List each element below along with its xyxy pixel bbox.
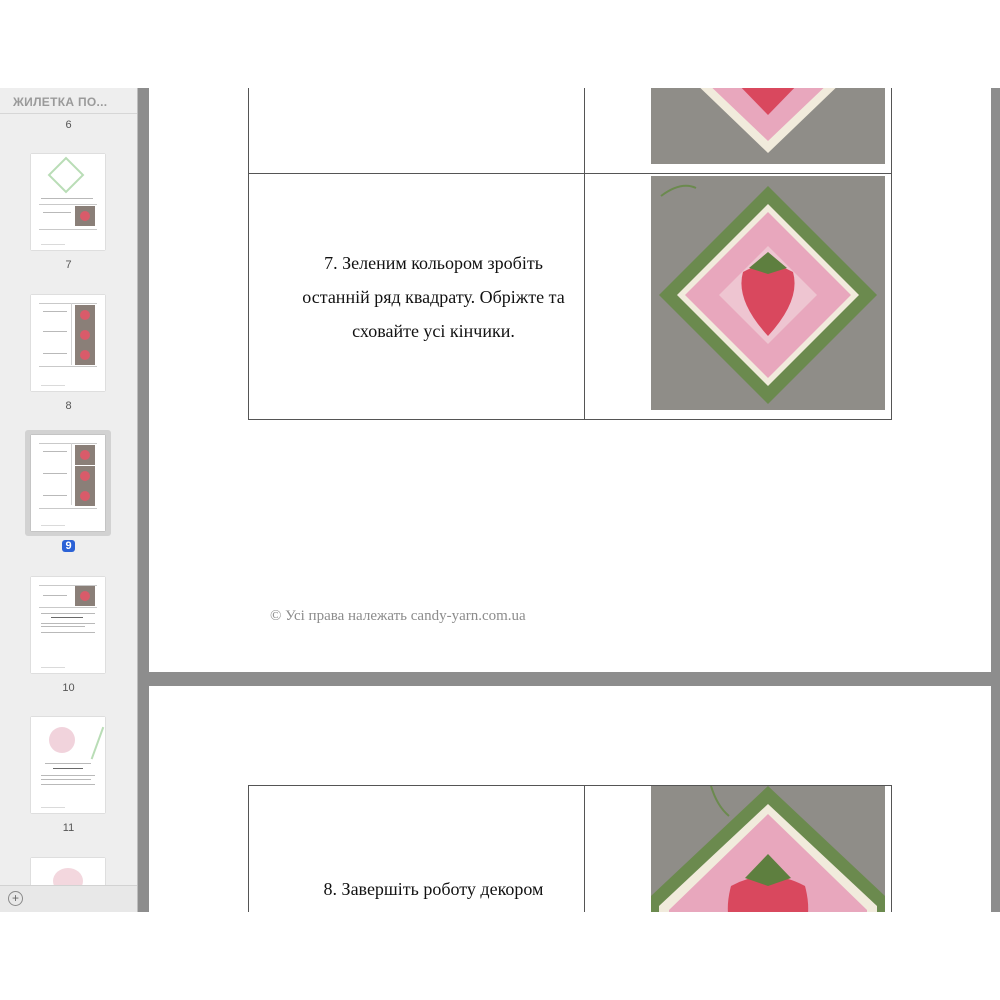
crochet-square-photo <box>651 176 885 410</box>
thumb-square-graphic <box>47 156 85 194</box>
thumb-photo <box>75 586 95 606</box>
step-6-text-cell <box>248 88 585 174</box>
thumb-photo <box>75 345 95 365</box>
table-row <box>248 88 892 174</box>
crochet-square-photo <box>651 88 885 164</box>
thumbnail-page-8[interactable] <box>31 295 105 391</box>
thumbnail-page-11[interactable] <box>31 717 105 813</box>
thumbnail-page-7[interactable] <box>31 154 105 250</box>
page-number-10: 10 <box>62 682 75 694</box>
document-page-10: 8. Завершіть роботу декором <box>149 686 991 912</box>
page-number-9-selected: 9 <box>0 540 137 552</box>
steps-table: 7. Зеленим кольором зробіть останній ряд… <box>248 88 892 420</box>
thumbnail-page-10[interactable] <box>31 577 105 673</box>
document-page-9: 7. Зеленим кольором зробіть останній ряд… <box>149 88 991 672</box>
thumb-photo <box>75 486 95 506</box>
step-6-photo <box>651 88 885 164</box>
page-number-7: 7 <box>65 259 72 271</box>
thumb-photo <box>75 445 95 465</box>
step-7-text-cell: 7. Зеленим кольором зробіть останній ряд… <box>248 173 585 420</box>
step-8-text-cell: 8. Завершіть роботу декором <box>248 785 585 912</box>
thumb-photo <box>75 325 95 345</box>
crochet-square-photo <box>651 786 885 912</box>
step-7-instruction: 7. Зеленим кольором зробіть останній ряд… <box>302 252 565 341</box>
document-title: ЖИЛЕТКА ПО... <box>13 95 108 109</box>
thumb-flower-graphic <box>49 727 75 753</box>
step-7-image-cell <box>584 173 892 420</box>
thumb-photo <box>75 305 95 325</box>
table-row: 7. Зеленим кольором зробіть останній ряд… <box>248 173 892 420</box>
thumb-photo <box>75 466 95 486</box>
step-7-photo <box>651 176 885 410</box>
steps-table: 8. Завершіть роботу декором <box>248 785 892 912</box>
copyright-footer: © Усі права належать candy-yarn.com.ua <box>270 608 526 624</box>
thumbnail-sidebar[interactable]: ЖИЛЕТКА ПО... 6 7 8 9 10 11 + <box>0 88 138 912</box>
thumb-photo <box>75 206 95 226</box>
thumbnail-page-9[interactable] <box>31 435 105 531</box>
table-row: 8. Завершіть роботу декором <box>248 785 892 912</box>
step-8-image-cell <box>584 785 892 912</box>
window-bottom-area <box>0 912 1000 1000</box>
sidebar-toolbar: + <box>0 885 137 912</box>
add-icon[interactable]: + <box>8 891 23 906</box>
step-6-image-cell <box>584 88 892 174</box>
sidebar-divider <box>0 113 137 114</box>
page-number-6: 6 <box>65 119 72 131</box>
step-8-instruction: 8. Завершіть роботу декором <box>323 879 544 899</box>
page-number-11: 11 <box>62 822 75 834</box>
page-number-8: 8 <box>65 400 72 412</box>
step-8-photo <box>651 786 885 912</box>
pdf-viewer-window: ЖИЛЕТКА ПО... 6 7 8 9 10 11 + 7. Зеленим… <box>0 88 1000 912</box>
